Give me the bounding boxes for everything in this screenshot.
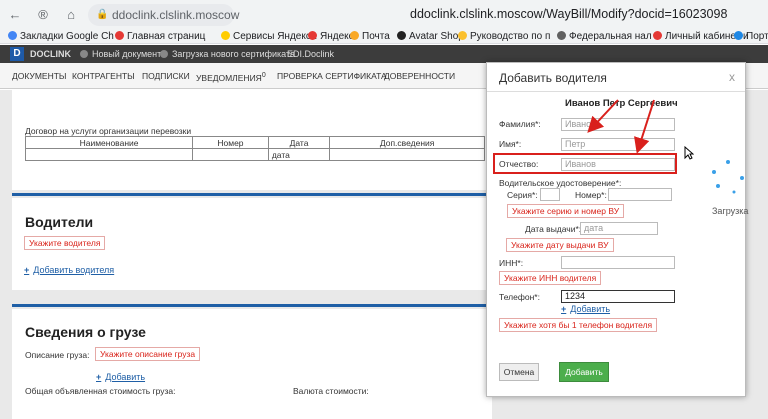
menu-documents[interactable]: Документы bbox=[12, 63, 66, 89]
bookmark-item[interactable]: Закладки Google Ch bbox=[8, 30, 114, 43]
new-document-link[interactable]: Новый документ bbox=[80, 45, 161, 63]
contract-table: Наименование Номер Дата Доп.сведения дат… bbox=[24, 136, 485, 161]
menu-notifications[interactable]: Уведомления0 bbox=[196, 63, 266, 91]
number-input[interactable] bbox=[608, 188, 672, 201]
total-value-label: Общая объявленная стоимость груза: bbox=[25, 386, 176, 396]
cargo-description-error: Укажите описание груза bbox=[95, 347, 201, 361]
surname-input[interactable]: Иванов bbox=[561, 118, 675, 131]
cancel-button[interactable]: Отмена bbox=[499, 363, 539, 381]
edi-doclink-link[interactable]: EDI.Doclink bbox=[287, 45, 334, 63]
bookmark-favicon-icon bbox=[350, 31, 359, 40]
inn-input[interactable] bbox=[561, 256, 675, 269]
table-header: Номер bbox=[192, 136, 269, 149]
cargo-heading: Сведения о грузе bbox=[25, 324, 146, 340]
table-row: дата bbox=[24, 148, 485, 161]
phone-label: Телефон*: bbox=[499, 292, 540, 302]
plus-icon: + bbox=[24, 265, 30, 275]
plus-icon: + bbox=[561, 304, 567, 314]
bookmark-item[interactable]: Федеральная нал bbox=[557, 30, 652, 43]
page-url-title: ddoclink.clslink.moscow/WayBill/Modify?d… bbox=[410, 7, 728, 21]
table-header: Дата bbox=[267, 136, 331, 149]
bookmark-item[interactable]: Почта bbox=[350, 30, 390, 43]
add-cargo-link[interactable]: + Добавить bbox=[96, 372, 145, 382]
phone-input[interactable]: 1234 bbox=[561, 290, 675, 303]
issue-date-error: Укажите дату выдачи ВУ bbox=[506, 238, 614, 252]
driver-full-name: Иванов Петр Сергеевич bbox=[565, 98, 678, 109]
bookmark-item[interactable]: Руководство по п bbox=[458, 30, 550, 43]
currency-label: Валюта стоимости: bbox=[293, 386, 369, 396]
cargo-description-label: Описание груза: bbox=[25, 350, 90, 360]
table-cell[interactable] bbox=[192, 148, 269, 161]
highlight-box bbox=[493, 153, 677, 174]
bookmark-favicon-icon bbox=[221, 31, 230, 40]
table-header: Наименование bbox=[24, 136, 194, 149]
bookmark-favicon-icon bbox=[8, 31, 17, 40]
section-divider bbox=[12, 193, 492, 196]
drivers-error: Укажите водителя bbox=[24, 236, 106, 250]
upload-cert-link[interactable]: Загрузка нового сертификата bbox=[160, 45, 295, 63]
bookmark-favicon-icon bbox=[557, 31, 566, 40]
license-error: Укажите серию и номер ВУ bbox=[507, 204, 625, 218]
contract-label: Договор на услуги организации перевозки bbox=[25, 126, 192, 136]
bookmark-item[interactable]: Яндекс bbox=[308, 30, 354, 43]
browser-toolbar: ← ® ⌂ 🔒 ddoclink.clslink.moscow ddoclink… bbox=[0, 0, 768, 30]
add-driver-link[interactable]: + Добавить водителя bbox=[24, 265, 114, 275]
menu-power-of-attorney[interactable]: Доверенности bbox=[384, 63, 455, 89]
address-domain: ddoclink.clslink.moscow bbox=[112, 8, 240, 22]
issue-date-input[interactable]: дата bbox=[580, 222, 658, 235]
bookmark-favicon-icon bbox=[308, 31, 317, 40]
name-label: Имя*: bbox=[499, 139, 522, 149]
menu-signatures[interactable]: Подписки bbox=[142, 63, 190, 89]
lock-icon: 🔒 bbox=[96, 9, 109, 20]
table-cell[interactable] bbox=[329, 148, 485, 161]
menu-counterparties[interactable]: Контрагенты bbox=[72, 63, 135, 89]
table-cell[interactable]: дата bbox=[267, 148, 331, 161]
home-icon[interactable]: ⌂ bbox=[62, 6, 80, 24]
address-bar[interactable]: 🔒 ddoclink.clslink.moscow bbox=[88, 4, 239, 26]
bookmark-item[interactable]: Сервисы Яндекса bbox=[221, 30, 316, 43]
section-divider bbox=[12, 304, 492, 307]
bookmark-item[interactable]: Главная страниц bbox=[115, 30, 205, 43]
close-icon[interactable]: x bbox=[729, 70, 735, 84]
plus-icon: + bbox=[96, 372, 102, 382]
brand-name: DOCLINK bbox=[30, 49, 71, 59]
notifications-count: 0 bbox=[261, 72, 266, 79]
add-driver-modal: Добавить водителя x Иванов Петр Сергееви… bbox=[486, 62, 746, 397]
add-phone-link[interactable]: + Добавить bbox=[561, 304, 610, 314]
doclink-logo: D bbox=[10, 47, 24, 61]
bookmark-favicon-icon bbox=[653, 31, 662, 40]
inn-label: ИНН*: bbox=[499, 258, 524, 268]
bookmarks-bar: Закладки Google Ch Главная страниц Сервисы… bbox=[0, 30, 768, 44]
bookmark-favicon-icon bbox=[458, 31, 467, 40]
menu-cert-check[interactable]: Проверка сертификата bbox=[277, 63, 387, 89]
phone-error: Укажите хотя бы 1 телефон водителя bbox=[499, 318, 658, 332]
loading-label: Загрузка bbox=[712, 206, 749, 216]
number-label: Номер*: bbox=[575, 190, 607, 200]
series-label: Серия*: bbox=[507, 190, 538, 200]
surname-label: Фамилия*: bbox=[499, 119, 541, 129]
drivers-heading: Водители bbox=[25, 214, 94, 230]
loading-spinner-icon bbox=[712, 160, 744, 194]
document-icon bbox=[80, 50, 88, 58]
inn-error: Укажите ИНН водителя bbox=[499, 271, 602, 285]
bookmark-favicon-icon bbox=[397, 31, 406, 40]
forward-icon[interactable]: ® bbox=[34, 6, 52, 24]
modal-divider bbox=[487, 91, 745, 92]
issue-date-label: Дата выдачи*: bbox=[525, 224, 582, 234]
series-input[interactable] bbox=[540, 188, 560, 201]
modal-title: Добавить водителя bbox=[499, 71, 607, 85]
app-header: D DOCLINK Новый документ Загрузка нового… bbox=[0, 45, 768, 63]
license-label: Водительское удостоверение*: bbox=[499, 178, 622, 188]
add-button[interactable]: Добавить bbox=[559, 362, 609, 382]
back-icon[interactable]: ← bbox=[6, 6, 24, 24]
bookmark-favicon-icon bbox=[115, 31, 124, 40]
name-input[interactable]: Петр bbox=[561, 138, 675, 151]
bookmark-favicon-icon bbox=[734, 31, 743, 40]
mouse-cursor-icon bbox=[684, 146, 694, 160]
upload-icon bbox=[160, 50, 168, 58]
table-header: Доп.сведения bbox=[329, 136, 485, 149]
bookmark-item[interactable]: Avatar Shop bbox=[397, 30, 464, 43]
table-cell[interactable] bbox=[24, 148, 194, 161]
bookmark-item[interactable]: Портал bbox=[734, 30, 768, 43]
